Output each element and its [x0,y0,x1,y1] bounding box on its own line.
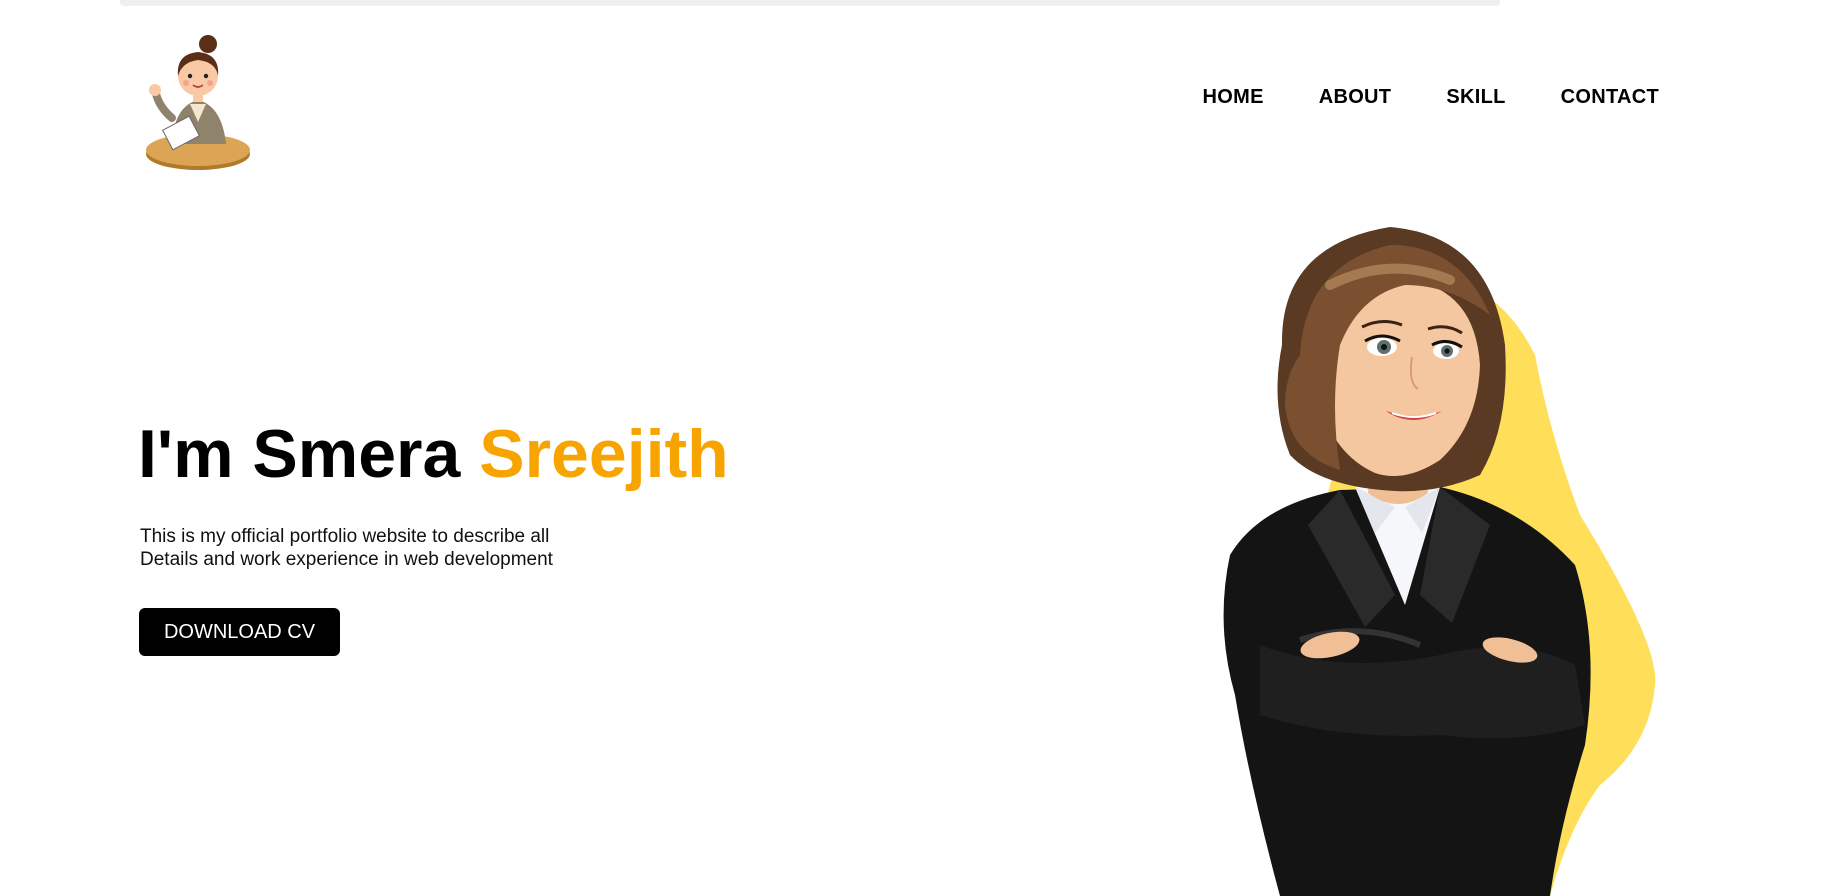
hero-description-line-2: Details and work experience in web devel… [140,549,553,570]
hero-description-line-1: This is my official portfolio website to… [140,526,550,547]
portfolio-page: HOME ABOUT SKILL CONTACT I'm Smera Sreej… [0,0,1827,896]
download-cv-button[interactable]: DOWNLOAD CV [139,608,340,656]
nav-contact-link[interactable]: CONTACT [1561,86,1659,109]
nav-about-link[interactable]: ABOUT [1319,86,1392,109]
main-navigation: HOME ABOUT SKILL CONTACT [1203,86,1659,109]
hero-title-accent: Sreejith [479,416,729,492]
nav-home-link[interactable]: HOME [1203,86,1264,109]
browser-top-strip [120,0,1500,6]
businesswoman-illustration-icon [1223,227,1656,896]
hero-title: I'm Smera Sreejith [138,414,729,494]
hero-title-prefix: I'm Smera [138,416,480,492]
logo-icon[interactable] [142,26,264,174]
hero-description: This is my official portfolio website to… [140,525,660,571]
nav-skill-link[interactable]: SKILL [1446,86,1505,109]
